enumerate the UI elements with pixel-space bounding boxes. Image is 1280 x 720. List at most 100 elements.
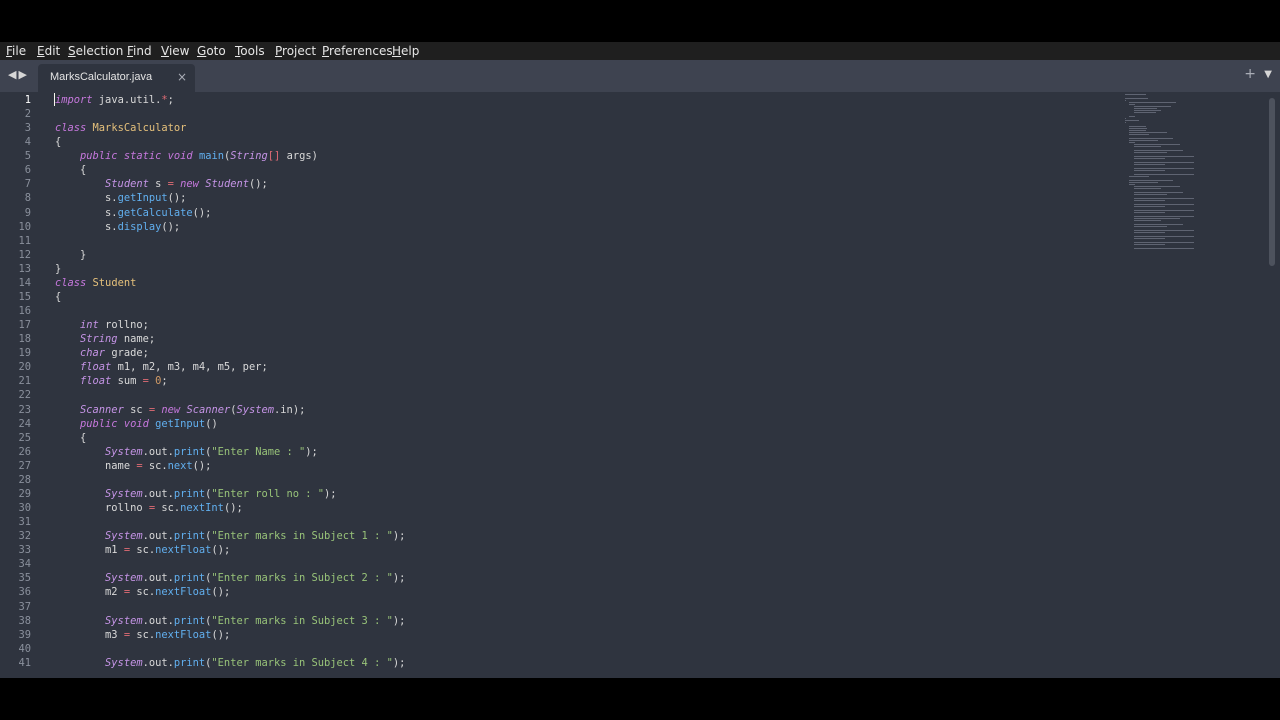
minimap-line bbox=[1133, 106, 1172, 107]
minimap-line bbox=[1129, 116, 1135, 117]
minimap-line bbox=[1133, 110, 1162, 111]
minimap-line bbox=[1133, 194, 1167, 195]
menu-project[interactable]: Project bbox=[275, 44, 316, 58]
vertical-scrollbar[interactable] bbox=[1269, 98, 1275, 266]
code-line[interactable]: System.out.print("Enter marks in Subject… bbox=[55, 529, 405, 543]
code-line[interactable]: int rollno; bbox=[55, 318, 149, 332]
code-line[interactable]: System.out.print("Enter roll no : "); bbox=[55, 487, 337, 501]
code-line[interactable]: m3 = sc.nextFloat(); bbox=[55, 628, 230, 642]
minimap-line bbox=[1133, 168, 1194, 169]
line-number: 5 bbox=[24, 150, 31, 163]
minimap-line bbox=[1125, 94, 1146, 95]
code-line[interactable]: } bbox=[55, 248, 86, 262]
code-line[interactable]: { bbox=[55, 163, 86, 177]
minimap-line bbox=[1133, 212, 1165, 213]
tab-marks-calculator[interactable]: MarksCalculator.java × bbox=[38, 64, 195, 92]
code-line[interactable]: System.out.print("Enter marks in Subject… bbox=[55, 656, 405, 670]
minimap-line bbox=[1129, 138, 1174, 139]
code-line[interactable]: String name; bbox=[55, 332, 155, 346]
code-line[interactable]: char grade; bbox=[55, 346, 149, 360]
code-line[interactable]: class MarksCalculator bbox=[55, 121, 186, 135]
code-line[interactable]: s.getCalculate(); bbox=[55, 206, 211, 220]
minimap-line bbox=[1129, 140, 1158, 141]
line-number: 29 bbox=[18, 487, 31, 500]
code-line[interactable]: class Student bbox=[55, 276, 136, 290]
code-line[interactable]: s.getInput(); bbox=[55, 191, 186, 205]
line-number: 15 bbox=[18, 290, 31, 303]
code-line[interactable]: System.out.print("Enter marks in Subject… bbox=[55, 614, 405, 628]
new-tab-icon[interactable]: + bbox=[1244, 66, 1256, 82]
tab-navigation: ◀▶ bbox=[8, 68, 29, 81]
minimap-line bbox=[1133, 230, 1194, 231]
code-line[interactable]: System.out.print("Enter Name : "); bbox=[55, 445, 318, 459]
code-editor[interactable]: 1 2 3 4 5 6 7 8 9 10 11 12 13 14 15 16 17 18 19 20 21 22 23 24 2… bbox=[0, 92, 1280, 678]
code-line[interactable]: { bbox=[55, 135, 61, 149]
code-line[interactable]: public void getInput() bbox=[55, 417, 218, 431]
code-line[interactable]: { bbox=[55, 431, 86, 445]
code-line[interactable]: s.display(); bbox=[55, 220, 180, 234]
menu-selection[interactable]: Selection bbox=[68, 44, 123, 58]
code-line[interactable]: } bbox=[55, 262, 61, 276]
minimap-line bbox=[1133, 164, 1165, 165]
code-line[interactable]: Student s = new Student(); bbox=[55, 177, 268, 191]
line-number: 11 bbox=[18, 234, 31, 247]
minimap-line bbox=[1129, 104, 1135, 105]
code-line[interactable]: { bbox=[55, 290, 61, 304]
minimap-line bbox=[1129, 132, 1167, 133]
minimap-line bbox=[1129, 182, 1158, 183]
nav-back-icon[interactable]: ◀ bbox=[8, 68, 18, 81]
minimap-line bbox=[1129, 142, 1135, 143]
line-number: 21 bbox=[18, 375, 31, 388]
code-line[interactable]: float sum = 0; bbox=[55, 374, 168, 388]
line-number: 7 bbox=[24, 178, 31, 191]
menu-find[interactable]: Find bbox=[127, 44, 152, 58]
code-line[interactable]: Scanner sc = new Scanner(System.in); bbox=[55, 403, 305, 417]
line-number: 25 bbox=[18, 431, 31, 444]
code-line[interactable]: import java.util.*; bbox=[55, 93, 174, 107]
line-number: 30 bbox=[18, 502, 31, 515]
minimap-line bbox=[1133, 170, 1165, 171]
minimap-line bbox=[1133, 186, 1180, 187]
menu-help[interactable]: Help bbox=[392, 44, 419, 58]
menu-goto[interactable]: Goto bbox=[197, 44, 226, 58]
minimap-line bbox=[1125, 98, 1149, 99]
line-number: 26 bbox=[18, 445, 31, 458]
menu-tools[interactable]: Tools bbox=[235, 44, 265, 58]
menu-preferences[interactable]: Preferences bbox=[322, 44, 393, 58]
code-line[interactable]: m2 = sc.nextFloat(); bbox=[55, 585, 230, 599]
line-number: 24 bbox=[18, 417, 31, 430]
line-number: 6 bbox=[24, 164, 31, 177]
minimap-line bbox=[1125, 118, 1127, 119]
minimap-line bbox=[1133, 226, 1167, 227]
minimap-line bbox=[1129, 102, 1176, 103]
code-line[interactable]: public static void main(String[] args) bbox=[55, 149, 318, 163]
line-number: 18 bbox=[18, 333, 31, 346]
minimap[interactable] bbox=[1123, 92, 1203, 282]
minimap-line bbox=[1125, 122, 1127, 123]
code-line[interactable]: System.out.print("Enter marks in Subject… bbox=[55, 571, 405, 585]
tab-bar: ◀▶ MarksCalculator.java × + ▼ bbox=[0, 60, 1280, 92]
code-line[interactable]: m1 = sc.nextFloat(); bbox=[55, 543, 230, 557]
code-line[interactable]: rollno = sc.nextInt(); bbox=[55, 501, 243, 515]
code-line[interactable]: name = sc.next(); bbox=[55, 459, 211, 473]
menu-view[interactable]: View bbox=[161, 44, 189, 58]
minimap-line bbox=[1129, 184, 1135, 185]
minimap-line bbox=[1133, 244, 1165, 245]
line-number: 36 bbox=[18, 586, 31, 599]
menu-file[interactable]: File bbox=[6, 44, 26, 58]
minimap-line bbox=[1133, 210, 1194, 211]
close-icon[interactable]: × bbox=[177, 70, 187, 84]
line-number: 2 bbox=[24, 108, 31, 121]
minimap-line bbox=[1133, 108, 1157, 109]
line-number: 37 bbox=[18, 600, 31, 613]
minimap-line bbox=[1129, 180, 1174, 181]
tab-menu-icon[interactable]: ▼ bbox=[1264, 69, 1272, 80]
minimap-line bbox=[1133, 238, 1165, 239]
tab-label: MarksCalculator.java bbox=[50, 71, 153, 83]
minimap-line bbox=[1133, 198, 1194, 199]
minimap-line bbox=[1133, 162, 1194, 163]
minimap-line bbox=[1133, 216, 1194, 217]
menu-edit[interactable]: Edit bbox=[37, 44, 60, 58]
code-line[interactable]: float m1, m2, m3, m4, m5, per; bbox=[55, 360, 268, 374]
nav-forward-icon[interactable]: ▶ bbox=[18, 68, 28, 81]
